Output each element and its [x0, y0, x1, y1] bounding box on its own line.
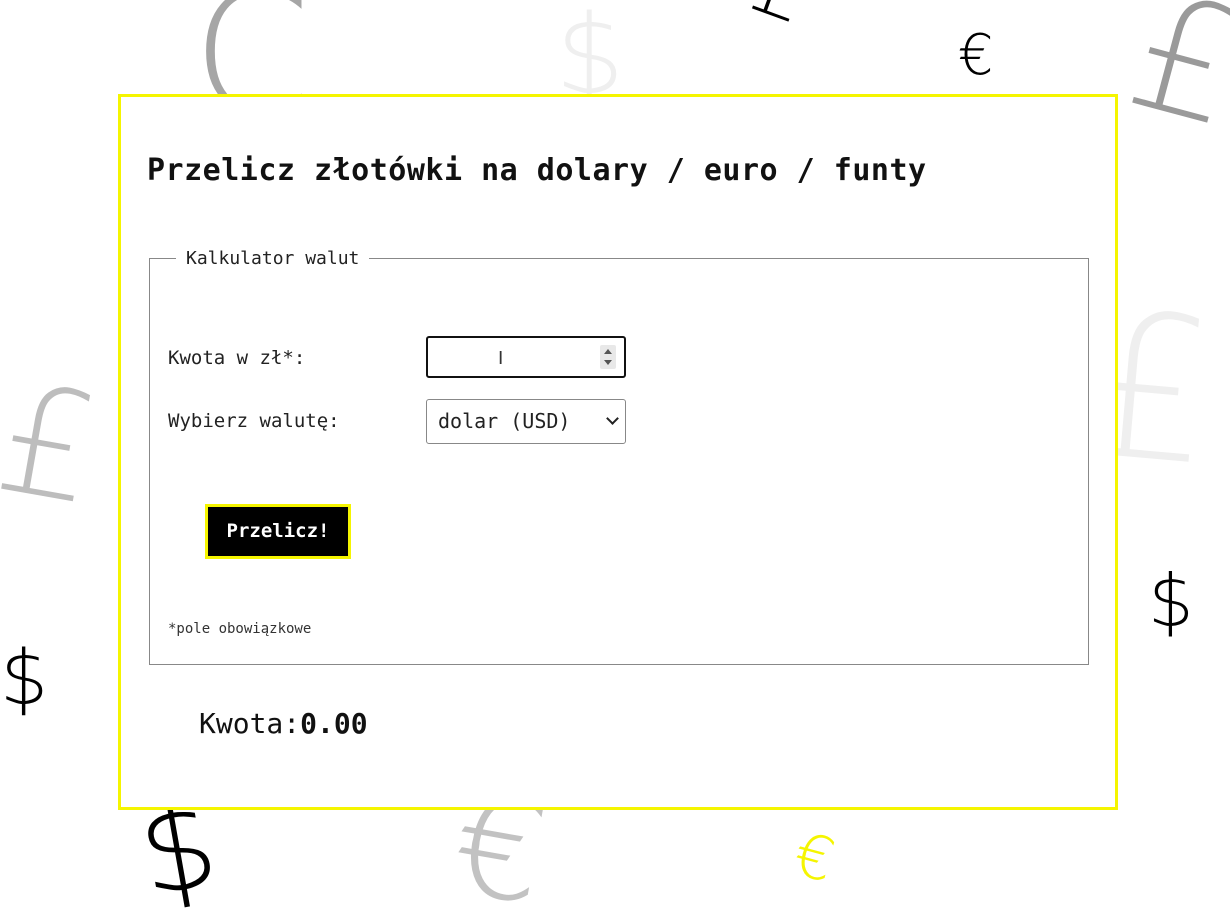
convert-button[interactable]: Przelicz! [205, 504, 351, 559]
number-spinner[interactable] [600, 345, 616, 369]
pound-glyph-icon: £ [0, 351, 110, 539]
chevron-down-icon [606, 412, 619, 425]
converter-card: Przelicz złotówki na dolary / euro / fun… [118, 94, 1118, 810]
spinner-up-icon[interactable] [604, 349, 612, 354]
page-title: Przelicz złotówki na dolary / euro / fun… [147, 153, 927, 188]
dollar-glyph-icon: $ [1148, 559, 1194, 643]
calculator-legend: Kalkulator walut [186, 248, 360, 269]
currency-selected-value: dolar (USD) [438, 409, 571, 433]
calculator-fieldset: Kalkulator walut Kwota w zł*: I Wybierz … [149, 248, 1089, 665]
result-label: Kwota: [199, 707, 301, 740]
euro-glyph-icon: € [958, 23, 994, 88]
result-value: 0.00 [300, 707, 368, 740]
pound-glyph-icon: £ [1112, 0, 1230, 164]
euro-glyph-icon: € [786, 819, 842, 897]
spinner-down-icon[interactable] [604, 360, 612, 365]
currency-select[interactable]: dolar (USD) [426, 399, 626, 444]
text-cursor-icon: I [498, 348, 504, 369]
dollar-glyph-icon: $ [0, 633, 49, 722]
amount-label: Kwota w zł*: [168, 347, 306, 369]
amount-input[interactable]: I [426, 336, 626, 378]
currency-label: Wybierz walutę: [168, 410, 340, 432]
result-display: Kwota:0.00 [199, 707, 368, 740]
pound-glyph-icon: £ [741, 0, 821, 42]
required-field-note: *pole obowiązkowe [168, 621, 312, 637]
